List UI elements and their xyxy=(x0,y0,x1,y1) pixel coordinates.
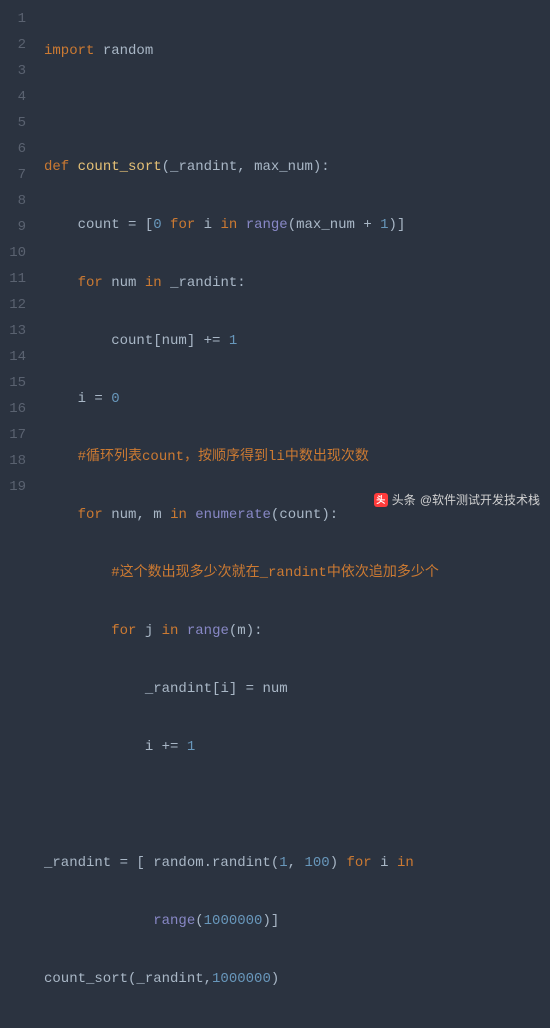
code-line: count[num] += 1 xyxy=(44,328,550,354)
line-number: 18 xyxy=(0,448,26,474)
line-number: 15 xyxy=(0,370,26,396)
line-number: 1 xyxy=(0,6,26,32)
code-line: i = 0 xyxy=(44,386,550,412)
code-editor[interactable]: 1 2 3 4 5 6 7 8 9 10 11 12 13 14 15 16 1… xyxy=(0,0,550,514)
code-line: count = [0 for i in range(max_num + 1)] xyxy=(44,212,550,238)
code-line: range(1000000)] xyxy=(44,908,550,934)
code-line: i += 1 xyxy=(44,734,550,760)
line-number: 6 xyxy=(0,136,26,162)
line-number: 12 xyxy=(0,292,26,318)
code-line: #这个数出现多少次就在_randint中依次追加多少个 xyxy=(44,560,550,586)
watermark-handle: @软件测试开发技术栈 xyxy=(420,491,540,508)
watermark-label: 头条 xyxy=(392,491,416,508)
line-number: 8 xyxy=(0,188,26,214)
line-number: 10 xyxy=(0,240,26,266)
line-number: 2 xyxy=(0,32,26,58)
line-number: 16 xyxy=(0,396,26,422)
code-line xyxy=(44,1024,550,1028)
code-line xyxy=(44,96,550,122)
code-area[interactable]: import random def count_sort(_randint, m… xyxy=(34,0,550,514)
toutiao-logo-icon: 头 xyxy=(374,493,388,507)
line-number: 17 xyxy=(0,422,26,448)
line-number: 9 xyxy=(0,214,26,240)
line-number: 14 xyxy=(0,344,26,370)
code-line: def count_sort(_randint, max_num): xyxy=(44,154,550,180)
line-number: 11 xyxy=(0,266,26,292)
line-number: 7 xyxy=(0,162,26,188)
line-number: 4 xyxy=(0,84,26,110)
code-line: _randint = [ random.randint(1, 100) for … xyxy=(44,850,550,876)
watermark: 头 头条 @软件测试开发技术栈 xyxy=(374,491,540,508)
code-line: #循环列表count，按顺序得到li中数出现次数 xyxy=(44,444,550,470)
line-number: 13 xyxy=(0,318,26,344)
code-line: count_sort(_randint,1000000) xyxy=(44,966,550,992)
line-gutter: 1 2 3 4 5 6 7 8 9 10 11 12 13 14 15 16 1… xyxy=(0,0,34,514)
line-number: 19 xyxy=(0,474,26,500)
line-number: 5 xyxy=(0,110,26,136)
code-line: for num in _randint: xyxy=(44,270,550,296)
code-line: for j in range(m): xyxy=(44,618,550,644)
code-line: import random xyxy=(44,38,550,64)
code-line: _randint[i] = num xyxy=(44,676,550,702)
code-line xyxy=(44,792,550,818)
line-number: 3 xyxy=(0,58,26,84)
